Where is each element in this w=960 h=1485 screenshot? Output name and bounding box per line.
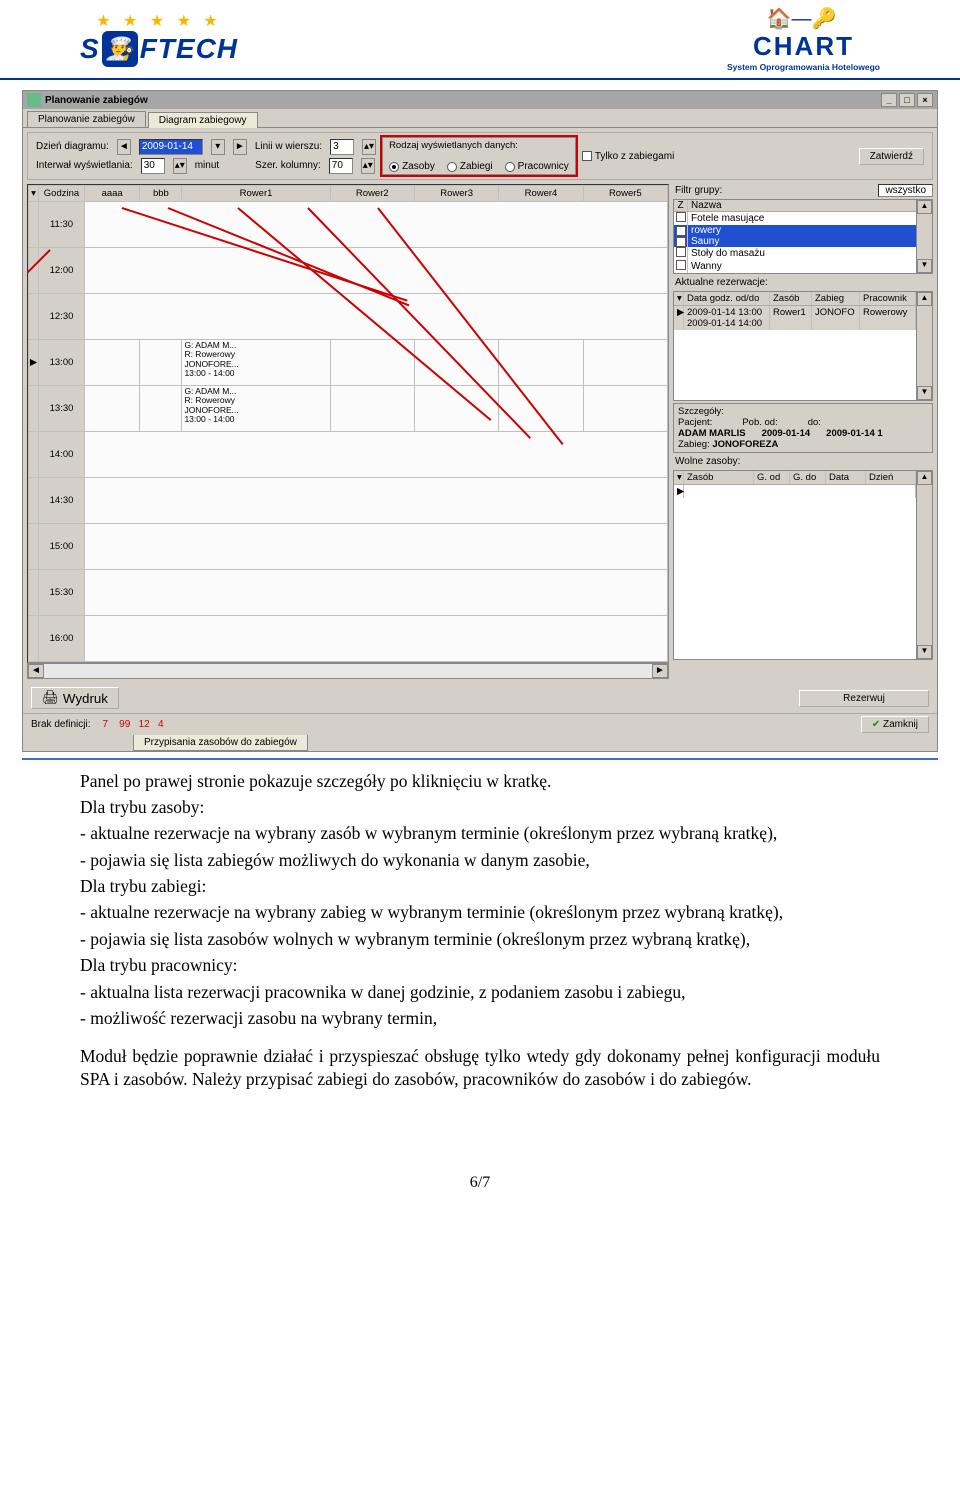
- filter-row[interactable]: Fotele masujące: [674, 212, 916, 225]
- assign-subtab[interactable]: Przypisania zasobów do zabiegów: [133, 735, 308, 751]
- group-title: Rodzaj wyświetlanych danych:: [389, 140, 518, 151]
- tab-diagram[interactable]: Diagram zabiegowy: [148, 112, 258, 128]
- reservations-table[interactable]: ▾ Data godz. od/do Zasób Zabieg Pracowni…: [673, 291, 933, 401]
- tab-planning[interactable]: Planowanie zabiegów: [27, 111, 146, 127]
- page-header: ★ ★ ★ ★ ★ S👨‍🍳FTECH 🏠—🔑 CHART System Opr…: [0, 0, 960, 80]
- window-title: Planowanie zabiegów: [45, 95, 148, 106]
- page-number: 6/7: [0, 1094, 960, 1202]
- row-marker-header: ▾: [29, 186, 39, 202]
- free-table[interactable]: ▾ Zasób G. od G. do Data Dzień ▶ ▲▼: [673, 470, 933, 660]
- titlebar: Planowanie zabiegów _ □ ×: [23, 91, 937, 109]
- chef-icon: 👨‍🍳: [102, 31, 138, 67]
- h-scrollbar[interactable]: ◄►: [27, 663, 669, 679]
- tab-strip: Planowanie zabiegów Diagram zabiegowy: [23, 109, 937, 128]
- reserve-button[interactable]: Rezerwuj: [799, 690, 929, 707]
- interval-input[interactable]: [141, 158, 165, 174]
- app-window: Planowanie zabiegów _ □ × Planowanie zab…: [22, 90, 938, 752]
- col-stepper[interactable]: ▴▾: [361, 158, 375, 174]
- col-bbb[interactable]: bbb: [140, 186, 182, 202]
- toolbar: Dzień diagramu: ◄ ▾ ► Linii w wierszu: ▴…: [27, 132, 933, 180]
- col-rower5[interactable]: Rower5: [583, 186, 667, 202]
- filter-row[interactable]: rowery: [674, 225, 916, 236]
- stars-icon: ★ ★ ★ ★ ★: [96, 11, 222, 31]
- confirm-button[interactable]: Zatwierdź: [859, 148, 924, 165]
- day-label: Dzień diagramu:: [36, 141, 109, 152]
- col-rower4[interactable]: Rower4: [499, 186, 583, 202]
- filter-scroll[interactable]: ▲▼: [916, 200, 932, 273]
- cell-1330-rower1[interactable]: G: ADAM M...R: RowerowyJONOFORE...13:00 …: [182, 386, 330, 432]
- radio-zabiegi[interactable]: Zabiegi: [447, 161, 493, 172]
- prev-day-button[interactable]: ◄: [117, 139, 131, 155]
- free-title: Wolne zasoby:: [673, 455, 933, 468]
- filter-row[interactable]: Stoły do masażu: [674, 247, 916, 260]
- filter-all[interactable]: wszystko: [878, 184, 933, 197]
- day-input[interactable]: [139, 139, 203, 155]
- filter-row[interactable]: Wanny: [674, 260, 916, 273]
- lines-input[interactable]: [330, 139, 354, 155]
- free-scroll[interactable]: ▲▼: [916, 471, 932, 659]
- col-label: Szer. kolumny:: [255, 160, 321, 171]
- interval-unit: minut: [195, 160, 219, 171]
- chart-sub: System Oprogramowania Hotelowego: [727, 62, 880, 72]
- col-godzina[interactable]: Godzina: [39, 186, 85, 202]
- reservation-row[interactable]: ▶ 2009-01-14 13:002009-01-14 14:00 Rower…: [674, 306, 916, 330]
- filter-table[interactable]: Z Nazwa Fotele masujące rowery Sauny Sto…: [673, 199, 933, 274]
- display-type-group: Rodzaj wyświetlanych danych: Zasoby Zabi…: [382, 137, 576, 175]
- checkbox-only-with[interactable]: Tylko z zabiegami: [582, 151, 674, 162]
- col-rower1[interactable]: Rower1: [182, 186, 330, 202]
- minimize-button[interactable]: _: [881, 93, 897, 107]
- filter-title: Filtr grupy:: [673, 184, 724, 197]
- interval-label: Interwał wyświetlania:: [36, 160, 133, 171]
- chart-logo-text: CHART: [727, 31, 880, 62]
- close-button-bottom[interactable]: ✔ Zamknij: [861, 716, 929, 733]
- next-day-button[interactable]: ►: [233, 139, 247, 155]
- check-icon: ✔: [872, 719, 880, 730]
- col-rower2[interactable]: Rower2: [330, 186, 414, 202]
- softech-logo: ★ ★ ★ ★ ★ S👨‍🍳FTECH: [80, 11, 238, 67]
- app-icon: [27, 93, 41, 107]
- interval-stepper[interactable]: ▴▾: [173, 158, 187, 174]
- col-rower3[interactable]: Rower3: [414, 186, 498, 202]
- chart-logo: 🏠—🔑 CHART System Oprogramowania Hotelowe…: [727, 6, 880, 72]
- print-button[interactable]: 🖨 Wydruk: [31, 687, 119, 709]
- diagram-grid[interactable]: ▾ Godzina aaaa bbb Rower1 Rower2 Rower3 …: [27, 184, 669, 663]
- printer-icon: 🖨: [42, 690, 59, 706]
- body-text: Panel po prawej stronie pokazuje szczegó…: [0, 760, 960, 1091]
- radio-zasoby[interactable]: Zasoby: [389, 161, 435, 172]
- reservations-title: Aktualne rezerwacje:: [673, 276, 933, 289]
- lines-stepper[interactable]: ▴▾: [362, 139, 376, 155]
- details-panel: Szczegóły: Pacjent: Pob. od: do: ADAM MA…: [673, 403, 933, 453]
- lines-label: Linii w wierszu:: [255, 141, 322, 152]
- day-dropdown-button[interactable]: ▾: [211, 139, 225, 155]
- filter-row[interactable]: Sauny: [674, 236, 916, 247]
- reservations-scroll[interactable]: ▲▼: [916, 292, 932, 400]
- col-aaaa[interactable]: aaaa: [85, 186, 140, 202]
- maximize-button[interactable]: □: [899, 93, 915, 107]
- house-key-icon: 🏠—🔑: [767, 8, 837, 30]
- status-label: Brak definicji:: [31, 719, 90, 730]
- col-input[interactable]: [329, 158, 353, 174]
- status-numbers: 7 99 12 4: [102, 719, 163, 730]
- close-button[interactable]: ×: [917, 93, 933, 107]
- cell-1300-rower1[interactable]: G: ADAM M...R: RowerowyJONOFORE...13:00 …: [182, 340, 330, 386]
- radio-pracownicy[interactable]: Pracownicy: [505, 161, 569, 172]
